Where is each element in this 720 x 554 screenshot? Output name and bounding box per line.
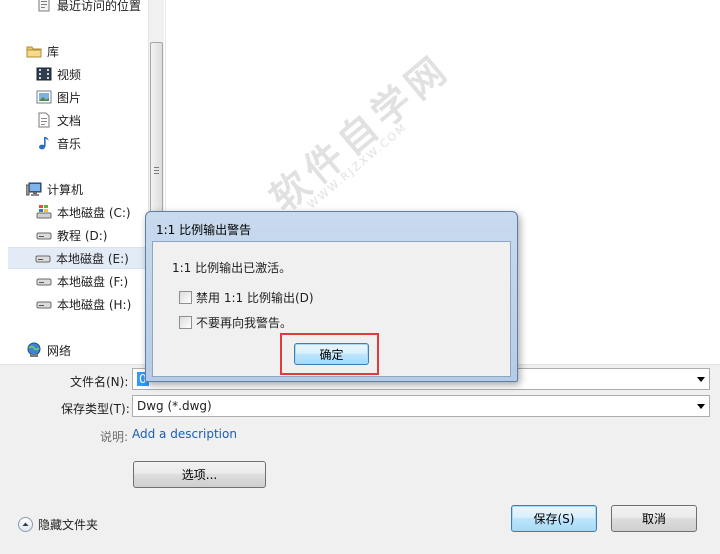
computer-icon	[25, 181, 42, 197]
save-button[interactable]: 保存(S)	[511, 505, 597, 532]
hide-folders-label: 隐藏文件夹	[38, 518, 99, 532]
video-icon	[36, 66, 52, 82]
nav-item-label: 计算机	[47, 182, 84, 197]
network-icon	[26, 342, 42, 358]
nav-item-label: 本地磁盘 (F:)	[57, 274, 129, 289]
system-drive-icon	[36, 204, 52, 220]
nav-item-label: 视频	[57, 67, 82, 82]
checkbox-label[interactable]: 不要再向我警告。	[196, 314, 292, 331]
recent-places-icon	[36, 0, 52, 13]
nav-item-label: 本地磁盘 (E:)	[56, 251, 129, 266]
nav-item-label: 图片	[57, 90, 82, 105]
nav-item-video[interactable]: 视频	[36, 63, 81, 85]
music-icon	[36, 135, 52, 151]
disable-scale-checkbox[interactable]: 禁用 1:1 比例输出(D)	[179, 289, 314, 306]
scrollbar-grip-icon	[154, 167, 159, 174]
checkbox-box[interactable]	[179, 291, 192, 304]
options-button[interactable]: 选项...	[133, 461, 266, 488]
nav-item-drive-c[interactable]: 本地磁盘 (C:)	[36, 201, 131, 223]
nav-item-drive-f[interactable]: 本地磁盘 (F:)	[36, 270, 128, 292]
dialog-message: 1:1 比例输出已激活。	[172, 261, 292, 275]
chevron-up-icon	[18, 517, 33, 532]
filetype-select[interactable]: Dwg (*.dwg)	[132, 395, 710, 417]
nav-item-documents[interactable]: 文档	[36, 109, 81, 131]
picture-icon	[36, 89, 52, 105]
nav-item-recent[interactable]: 最近访问的位置	[36, 0, 141, 16]
cancel-button[interactable]: 取消	[611, 505, 697, 532]
nav-item-label: 库	[47, 44, 60, 59]
nav-item-computer[interactable]: 计算机	[25, 178, 84, 200]
filetype-value: Dwg (*.dwg)	[137, 399, 212, 413]
drive-icon	[35, 250, 51, 266]
nav-item-label: 最近访问的位置	[57, 0, 142, 13]
add-description-link[interactable]: Add a description	[132, 427, 237, 441]
save-form: 文件名(N): 0 保存类型(T): Dwg (*.dwg) 说明: Add a…	[0, 364, 720, 554]
nav-item-label: 教程 (D:)	[57, 228, 108, 243]
chevron-down-icon[interactable]	[697, 404, 705, 409]
nav-item-label: 音乐	[57, 136, 82, 151]
filetype-label: 保存类型(T):	[61, 402, 130, 416]
nav-item-label: 本地磁盘 (H:)	[57, 297, 132, 312]
nav-item-drive-d[interactable]: 教程 (D:)	[36, 224, 107, 246]
filename-label: 文件名(N):	[70, 375, 129, 389]
library-folder-icon	[26, 43, 42, 59]
nav-item-label: 本地磁盘 (C:)	[57, 205, 131, 220]
navigation-pane: 最近访问的位置 库 视频 图片 文档 音乐 计算机 本地磁盘 (C:) 教程 (…	[0, 0, 148, 364]
annotation-highlight-box	[280, 333, 379, 375]
nav-item-network[interactable]: 网络	[26, 339, 71, 361]
nav-item-music[interactable]: 音乐	[36, 132, 81, 154]
nav-item-label: 网络	[47, 343, 72, 358]
nav-item-label: 文档	[57, 113, 82, 128]
checkbox-label[interactable]: 禁用 1:1 比例输出(D)	[196, 289, 314, 306]
drive-icon	[36, 273, 52, 289]
dialog-title: 1:1 比例输出警告	[156, 223, 252, 237]
nav-item-library[interactable]: 库	[26, 40, 59, 62]
drive-icon	[36, 296, 52, 312]
chevron-down-icon[interactable]	[697, 377, 705, 382]
checkbox-box[interactable]	[179, 316, 192, 329]
nav-item-drive-e[interactable]: 本地磁盘 (E:)	[8, 247, 148, 269]
document-icon	[36, 112, 52, 128]
no-warn-checkbox[interactable]: 不要再向我警告。	[179, 314, 292, 331]
drive-icon	[36, 227, 52, 243]
hide-folders-toggle[interactable]: 隐藏文件夹	[18, 516, 98, 533]
nav-item-pictures[interactable]: 图片	[36, 86, 81, 108]
description-label: 说明:	[100, 430, 129, 444]
nav-item-drive-h[interactable]: 本地磁盘 (H:)	[36, 293, 131, 315]
